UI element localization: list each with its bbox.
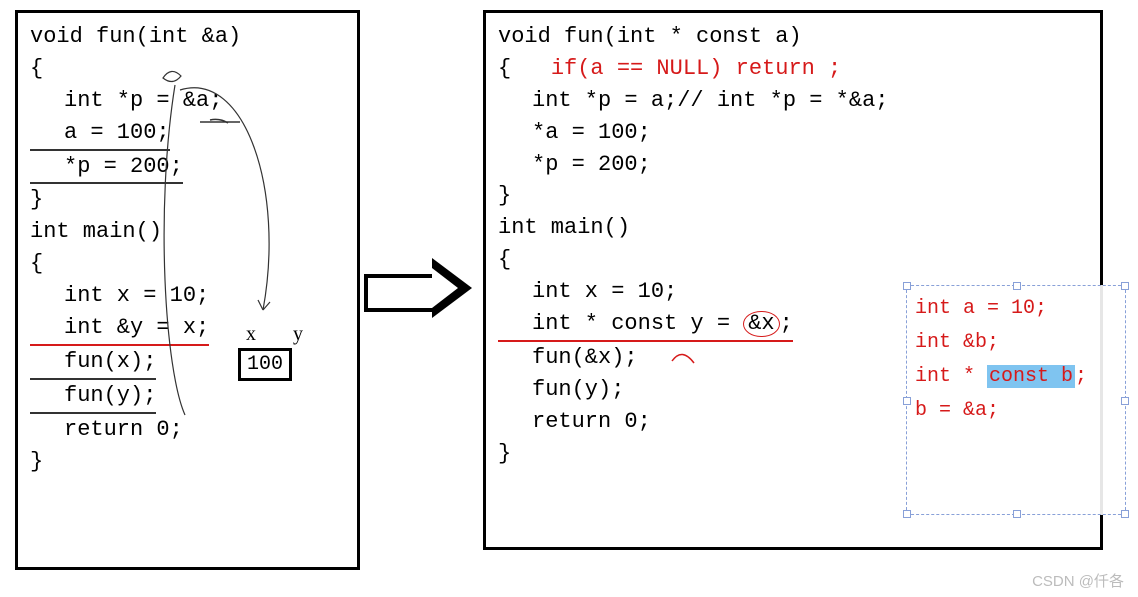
code-line: void fun(int &a) bbox=[30, 21, 345, 53]
code-line: *p = 200; bbox=[30, 151, 345, 185]
mem-label-x: x bbox=[246, 323, 256, 346]
code-line: int *p = a;// int *p = *&a; bbox=[498, 85, 1088, 117]
code-line: *p = 200; bbox=[498, 149, 1088, 181]
code-line: fun(y); bbox=[30, 380, 345, 414]
code-line: return 0; bbox=[30, 414, 345, 446]
note-line: int * const b; bbox=[915, 360, 1117, 394]
left-code-box: void fun(int &a) { int *p = &a; a = 100;… bbox=[15, 10, 360, 570]
note-line: int &b; bbox=[915, 326, 1117, 360]
code-line: int x = 10; bbox=[30, 280, 345, 312]
code-line: { bbox=[30, 248, 345, 280]
code-line: fun(x); bbox=[30, 346, 345, 380]
note-box: int a = 10; int &b; int * const b; b = &… bbox=[906, 285, 1126, 515]
note-line: b = &a; bbox=[915, 394, 1117, 428]
watermark: CSDN @仟各 bbox=[1032, 570, 1124, 591]
code-line: { if(a == NULL) return ; bbox=[498, 53, 1088, 85]
code-line: int main() bbox=[498, 212, 1088, 244]
note-line: int a = 10; bbox=[915, 292, 1117, 326]
code-line: a = 100; bbox=[30, 117, 345, 151]
code-line: } bbox=[30, 184, 345, 216]
code-line: } bbox=[498, 180, 1088, 212]
code-line: { bbox=[498, 244, 1088, 276]
mem-label-y: y bbox=[293, 323, 303, 346]
code-line: int *p = &a; bbox=[30, 85, 345, 117]
code-line: void fun(int * const a) bbox=[498, 21, 1088, 53]
code-line: { bbox=[30, 53, 345, 85]
mem-value-box: 100 bbox=[238, 348, 292, 381]
big-arrow bbox=[364, 260, 479, 318]
code-line: } bbox=[30, 446, 345, 478]
code-line: int main() bbox=[30, 216, 345, 248]
code-line: *a = 100; bbox=[498, 117, 1088, 149]
